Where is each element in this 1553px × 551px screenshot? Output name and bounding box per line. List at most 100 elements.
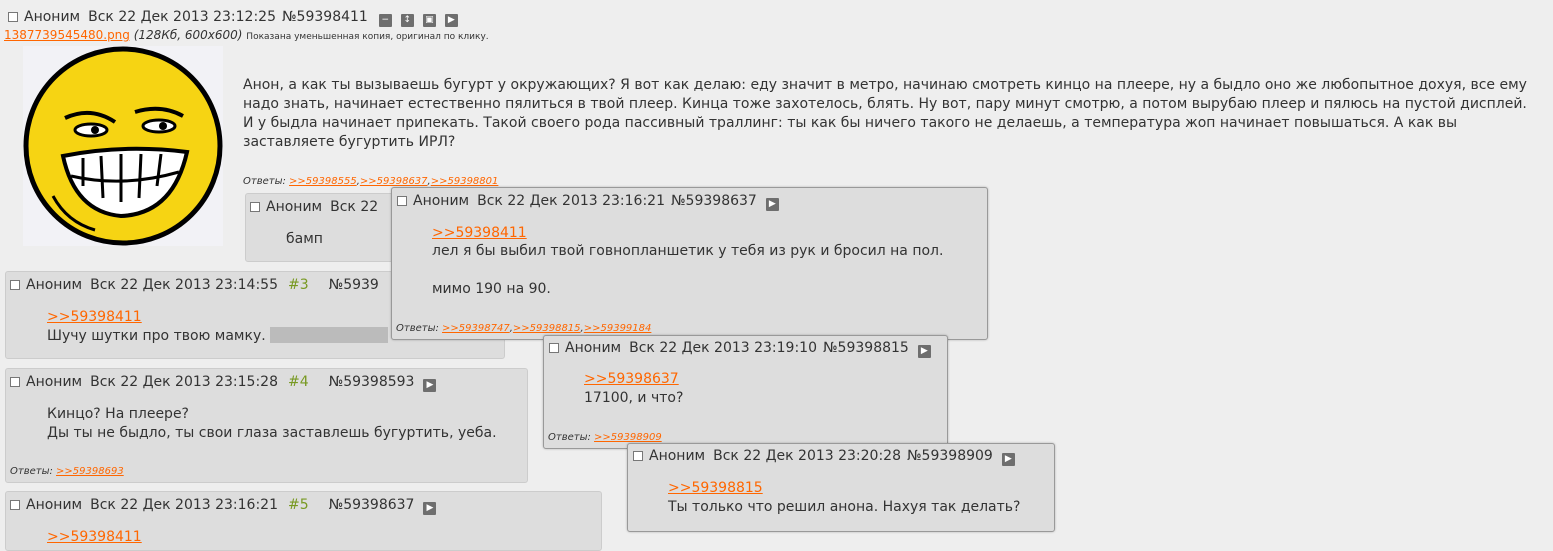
post-date: Вск 22 Дек 2013 23:15:28	[90, 374, 278, 390]
reply-link[interactable]: >>59399184	[584, 323, 652, 334]
post-ordinal: #5	[288, 497, 309, 513]
reply-link[interactable]: >>59398801	[431, 176, 499, 187]
popup-text-line1: лел я бы выбил твой говнопланшетик у теб…	[432, 243, 944, 259]
popup-replies: Ответы: >>59398909	[548, 432, 662, 443]
op-checkbox[interactable]	[8, 12, 18, 22]
popup-quote-line: >>59398637	[584, 370, 679, 389]
quote-link[interactable]: >>59398637	[584, 371, 679, 387]
post-bump: Аноним Вск 22 бамп	[245, 193, 405, 262]
op-replies: Ответы: >>59398555,>>59398637,>>59398801	[243, 176, 499, 187]
reply-link[interactable]: >>59398909	[594, 432, 662, 443]
post-checkbox[interactable]	[250, 202, 260, 212]
post-ordinal: #3	[288, 277, 309, 293]
post-number[interactable]: №59398815	[823, 340, 909, 356]
op-file-line: 1387739545480.png (128Кб, 600x600) Показ…	[4, 28, 489, 42]
op-file-info: (128Кб, 600x600)	[133, 28, 243, 42]
popup-text-line2: мимо 190 на 90.	[432, 281, 551, 297]
post-checkbox[interactable]	[549, 343, 559, 353]
post-author: Аноним	[266, 199, 323, 215]
spoiler-block[interactable]	[270, 327, 389, 343]
post-header: Аноним Вск 22 Дек 2013 23:15:28 #4 №5939859…	[10, 374, 442, 392]
post-text-line1: Кинцо? На плеере?	[47, 406, 189, 422]
popup-post-59398637: Аноним Вск 22 Дек 2013 23:16:21 №59398637 ▶…	[391, 187, 988, 340]
op-header: Аноним Вск 22 Дек 2013 23:12:25 №59398411−…	[8, 9, 464, 27]
window-icon[interactable]: ▣	[422, 14, 436, 27]
quote-link[interactable]: >>59398815	[668, 480, 763, 496]
play-icon[interactable]: ▶	[444, 14, 458, 27]
popup-quote-line: >>59398411	[432, 224, 527, 243]
popup-text: 17100, и что?	[584, 390, 684, 406]
post-text: бамп	[286, 231, 323, 247]
post-5: Аноним Вск 22 Дек 2013 23:16:21 #5 №5939863…	[5, 491, 602, 551]
popup-header: Аноним Вск 22 Дек 2013 23:19:10 №59398815 ▶	[549, 340, 937, 358]
post-author: Аноним	[26, 277, 83, 293]
post-replies-label: Ответы:	[10, 466, 53, 477]
post-quote-line: >>59398411	[47, 308, 142, 327]
post-header: Аноним Вск 22	[250, 199, 384, 215]
post-replies: Ответы: >>59398693	[10, 466, 124, 477]
post-date: Вск 22 Дек 2013 23:14:55	[90, 277, 278, 293]
post-author: Аноним	[565, 340, 622, 356]
post-checkbox[interactable]	[10, 500, 20, 510]
quote-link[interactable]: >>59398411	[432, 225, 527, 241]
reply-link[interactable]: >>59398693	[56, 466, 124, 477]
post-text-line2: Ды ты не быдло, ты свои глаза заставлешь…	[47, 425, 497, 441]
play-icon[interactable]: ▶	[423, 502, 437, 515]
post-checkbox[interactable]	[10, 280, 20, 290]
popup-post-59398815: Аноним Вск 22 Дек 2013 23:19:10 №59398815 ▶…	[543, 335, 948, 449]
op-file-note: Показана уменьшенная копия, оригинал по …	[246, 32, 489, 42]
post-author: Аноним	[26, 374, 83, 390]
post-date: Вск 22	[330, 199, 379, 215]
op-replies-label: Ответы:	[243, 176, 286, 187]
post-replies-label: Ответы:	[548, 432, 591, 443]
post-ordinal: #4	[288, 374, 309, 390]
play-icon[interactable]: ▶	[765, 198, 779, 211]
reply-link[interactable]: >>59398747	[442, 323, 510, 334]
post-author: Аноним	[649, 448, 706, 464]
post-date: Вск 22 Дек 2013 23:16:21	[90, 497, 278, 513]
popup-text: Ты только что решил анона. Нахуя так дел…	[668, 499, 1021, 515]
post-number[interactable]: №5939	[329, 277, 379, 293]
post-header: Аноним Вск 22 Дек 2013 23:14:55 #3 №5939	[10, 277, 385, 293]
play-icon[interactable]: ▶	[423, 379, 437, 392]
popup-replies: Ответы: >>59398747,>>59398815,>>59399184	[396, 323, 652, 334]
minus-icon[interactable]: −	[378, 14, 392, 27]
post-checkbox[interactable]	[10, 377, 20, 387]
expand-icon[interactable]: ↕	[400, 14, 414, 27]
post-date: Вск 22 Дек 2013 23:20:28	[713, 448, 901, 464]
post-number[interactable]: №59398637	[329, 497, 415, 513]
post-number[interactable]: №59398909	[907, 448, 993, 464]
popup-post-59398909: Аноним Вск 22 Дек 2013 23:20:28 №59398909 ▶…	[627, 443, 1055, 532]
post-date: Вск 22 Дек 2013 23:16:21	[477, 193, 665, 209]
post-number[interactable]: №59398637	[671, 193, 757, 209]
post-author: Аноним	[413, 193, 470, 209]
popup-header: Аноним Вск 22 Дек 2013 23:16:21 №59398637 ▶	[397, 193, 785, 211]
quote-link[interactable]: >>59398411	[47, 309, 142, 325]
post-checkbox[interactable]	[397, 196, 407, 206]
post-date: Вск 22 Дек 2013 23:19:10	[629, 340, 817, 356]
reply-link[interactable]: >>59398637	[360, 176, 428, 187]
popup-quote-line: >>59398815	[668, 479, 763, 498]
reply-link[interactable]: >>59398815	[513, 323, 581, 334]
play-icon[interactable]: ▶	[917, 345, 931, 358]
post-replies-label: Ответы:	[396, 323, 439, 334]
op-file-link[interactable]: 1387739545480.png	[4, 28, 130, 42]
reply-link[interactable]: >>59398555	[289, 176, 357, 187]
popup-header: Аноним Вск 22 Дек 2013 23:20:28 №59398909 ▶	[633, 448, 1021, 466]
post-checkbox[interactable]	[633, 451, 643, 461]
op-image[interactable]	[23, 46, 223, 246]
op-text: Анон, а как ты вызываешь бугурт у окружа…	[243, 77, 1527, 150]
post-text: Шучу шутки про твою мамку.	[47, 328, 266, 344]
post-text-line: Шучу шутки про твою мамку.	[47, 327, 389, 346]
play-icon[interactable]: ▶	[1001, 453, 1015, 466]
troll-face-icon	[23, 46, 223, 246]
op-author: Аноним	[24, 9, 81, 25]
op-number[interactable]: №59398411	[282, 9, 368, 25]
post-author: Аноним	[26, 497, 83, 513]
op-date: Вск 22 Дек 2013 23:12:25	[88, 9, 276, 25]
post-4: Аноним Вск 22 Дек 2013 23:15:28 #4 №5939859…	[5, 368, 528, 483]
post-number[interactable]: №59398593	[329, 374, 415, 390]
quote-link[interactable]: >>59398411	[47, 529, 142, 545]
post-header: Аноним Вск 22 Дек 2013 23:16:21 #5 №5939863…	[10, 497, 442, 515]
post-quote-line: >>59398411	[47, 528, 142, 547]
